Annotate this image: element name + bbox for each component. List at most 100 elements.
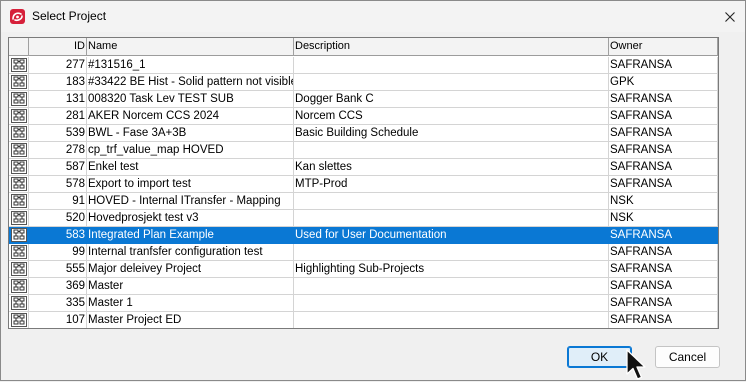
- project-tree-icon: [9, 193, 29, 210]
- cancel-button[interactable]: Cancel: [655, 346, 720, 368]
- row-owner: SAFRANSA: [609, 261, 718, 278]
- dialog-title: Select Project: [32, 9, 107, 23]
- title-bar: Select Project: [1, 1, 745, 32]
- row-description: Dogger Bank C: [294, 91, 609, 108]
- row-name: #131516_1: [87, 57, 294, 74]
- row-owner: SAFRANSA: [609, 227, 718, 244]
- project-tree-icon: [9, 295, 29, 312]
- row-owner: SAFRANSA: [609, 312, 718, 328]
- ok-button[interactable]: OK: [567, 346, 632, 368]
- project-tree-icon: [9, 176, 29, 193]
- row-name: Integrated Plan Example: [87, 227, 294, 244]
- row-id: 277: [29, 57, 87, 74]
- project-tree-icon: [9, 227, 29, 244]
- row-description: Norcem CCS: [294, 108, 609, 125]
- header-id[interactable]: ID: [29, 38, 87, 56]
- row-id: 107: [29, 312, 87, 328]
- table-row[interactable]: 281 AKER Norcem CCS 2024 Norcem CCS SAFRANS…: [9, 108, 718, 125]
- project-tree-icon: [9, 312, 29, 328]
- row-name: Master Project ED: [87, 312, 294, 328]
- row-id: 520: [29, 210, 87, 227]
- row-id: 281: [29, 108, 87, 125]
- table-row[interactable]: 277 #131516_1 SAFRANSA: [9, 57, 718, 74]
- row-name: Master 1: [87, 295, 294, 312]
- mouse-cursor-icon: [626, 349, 646, 380]
- close-icon: [725, 11, 735, 22]
- row-owner: SAFRANSA: [609, 295, 718, 312]
- row-id: 587: [29, 159, 87, 176]
- row-description: [294, 57, 609, 74]
- row-description: Basic Building Schedule: [294, 125, 609, 142]
- project-tree-icon: [9, 142, 29, 159]
- row-name: Master: [87, 278, 294, 295]
- table-row[interactable]: 555 Major deleivey Project Highlighting Su…: [9, 261, 718, 278]
- table-row[interactable]: 520 Hovedprosjekt test v3 NSK: [9, 210, 718, 227]
- row-description: [294, 74, 609, 91]
- project-tree-icon: [9, 244, 29, 261]
- row-name: AKER Norcem CCS 2024: [87, 108, 294, 125]
- table-row[interactable]: 583 Integrated Plan Example Used for User …: [9, 227, 718, 244]
- row-name: cp_trf_value_map HOVED: [87, 142, 294, 159]
- row-owner: GPK: [609, 74, 718, 91]
- row-name: Internal tranfsfer configuration test: [87, 244, 294, 261]
- row-description: [294, 278, 609, 295]
- close-button[interactable]: [715, 1, 745, 32]
- row-owner: SAFRANSA: [609, 244, 718, 261]
- row-description: Kan slettes: [294, 159, 609, 176]
- table-row[interactable]: 369 Master SAFRANSA: [9, 278, 718, 295]
- table-row[interactable]: 539 BWL - Fase 3A+3B Basic Building Schedu…: [9, 125, 718, 142]
- row-description: [294, 193, 609, 210]
- row-name: Enkel test: [87, 159, 294, 176]
- table-row[interactable]: 335 Master 1 SAFRANSA: [9, 295, 718, 312]
- table-row[interactable]: 578 Export to import test MTP-Prod SAFRANSA: [9, 176, 718, 193]
- select-project-dialog: Select Project ID Name Description Owner…: [0, 0, 746, 381]
- row-id: 335: [29, 295, 87, 312]
- table-row[interactable]: 278 cp_trf_value_map HOVED SAFRANSA: [9, 142, 718, 159]
- row-owner: SAFRANSA: [609, 176, 718, 193]
- project-tree-icon: [9, 159, 29, 176]
- row-id: 131: [29, 91, 87, 108]
- row-owner: SAFRANSA: [609, 108, 718, 125]
- row-description: Highlighting Sub-Projects: [294, 261, 609, 278]
- table-row[interactable]: 91 HOVED - Internal ITransfer - Mapping NS…: [9, 193, 718, 210]
- row-id: 539: [29, 125, 87, 142]
- row-name: HOVED - Internal ITransfer - Mapping: [87, 193, 294, 210]
- row-description: [294, 295, 609, 312]
- row-name: 008320 Task Lev TEST SUB: [87, 91, 294, 108]
- row-owner: SAFRANSA: [609, 159, 718, 176]
- row-id: 555: [29, 261, 87, 278]
- table-row[interactable]: 107 Master Project ED SAFRANSA: [9, 312, 718, 328]
- row-owner: NSK: [609, 210, 718, 227]
- table-row[interactable]: 99 Internal tranfsfer configuration test S…: [9, 244, 718, 261]
- row-name: Export to import test: [87, 176, 294, 193]
- project-table[interactable]: ID Name Description Owner 277 #131516_1 SA…: [8, 37, 719, 329]
- project-tree-icon: [9, 108, 29, 125]
- header-name[interactable]: Name: [87, 38, 294, 56]
- row-id: 99: [29, 244, 87, 261]
- row-id: 91: [29, 193, 87, 210]
- header-description[interactable]: Description: [294, 38, 609, 56]
- table-row[interactable]: 587 Enkel test Kan slettes SAFRANSA: [9, 159, 718, 176]
- table-header: ID Name Description Owner: [9, 38, 718, 56]
- table-row[interactable]: 131 008320 Task Lev TEST SUB Dogger Bank C…: [9, 91, 718, 108]
- header-icon-column[interactable]: [9, 38, 29, 56]
- row-id: 183: [29, 74, 87, 91]
- row-name: Major deleivey Project: [87, 261, 294, 278]
- project-tree-icon: [9, 57, 29, 74]
- row-owner: SAFRANSA: [609, 278, 718, 295]
- row-id: 278: [29, 142, 87, 159]
- row-description: MTP-Prod: [294, 176, 609, 193]
- project-tree-icon: [9, 261, 29, 278]
- header-owner[interactable]: Owner: [609, 38, 718, 56]
- row-description: [294, 142, 609, 159]
- row-name: BWL - Fase 3A+3B: [87, 125, 294, 142]
- project-tree-icon: [9, 278, 29, 295]
- table-row[interactable]: 183 #33422 BE Hist - Solid pattern not vi…: [9, 74, 718, 91]
- project-tree-icon: [9, 125, 29, 142]
- table-scroll-gutter: [718, 38, 719, 329]
- row-id: 578: [29, 176, 87, 193]
- row-description: [294, 210, 609, 227]
- row-id: 583: [29, 227, 87, 244]
- row-owner: NSK: [609, 193, 718, 210]
- row-owner: SAFRANSA: [609, 57, 718, 74]
